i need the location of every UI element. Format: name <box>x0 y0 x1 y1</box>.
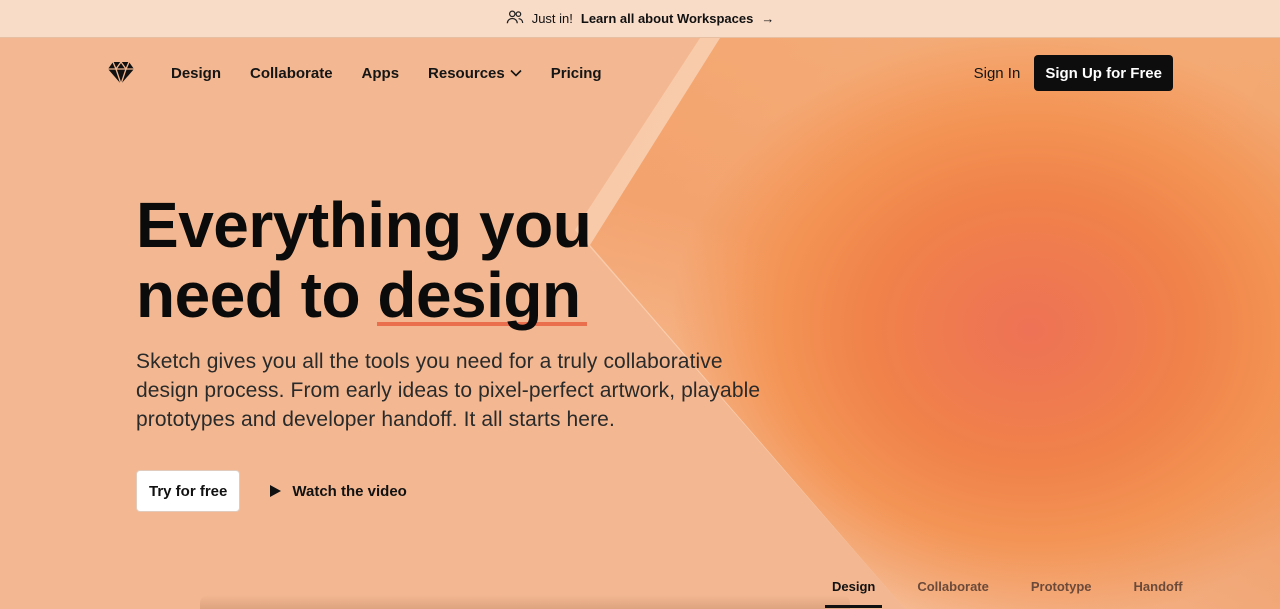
banner-link[interactable]: Learn all about Workspaces <box>581 11 753 26</box>
try-for-free-button[interactable]: Try for free <box>136 470 241 512</box>
watch-video-label: Watch the video <box>292 482 407 500</box>
tab-design[interactable]: Design <box>825 569 883 609</box>
tab-collaborate[interactable]: Collaborate <box>910 569 996 609</box>
headline-highlight: design <box>377 259 587 331</box>
watch-video-button[interactable]: Watch the video <box>268 482 407 500</box>
arrow-right-icon: → <box>761 11 775 26</box>
play-icon <box>270 485 282 497</box>
chevron-down-icon <box>510 69 522 77</box>
tab-prototype[interactable]: Prototype <box>1024 569 1099 609</box>
feature-tabs: Design Collaborate Prototype Handoff <box>825 569 1190 609</box>
tab-handoff[interactable]: Handoff <box>1127 569 1190 609</box>
sign-in-link[interactable]: Sign In <box>974 65 1021 82</box>
announcement-banner[interactable]: Just in! Learn all about Workspaces → <box>0 0 1280 38</box>
sketch-logo-icon[interactable] <box>107 60 135 87</box>
nav-link-apps[interactable]: Apps <box>362 65 400 82</box>
banner-prefix: Just in! <box>531 11 573 26</box>
preview-window-edge <box>200 595 850 609</box>
nav-link-design[interactable]: Design <box>171 65 221 82</box>
nav-links: Design Collaborate Apps Resources Pricin… <box>171 65 602 82</box>
sign-up-button[interactable]: Sign Up for Free <box>1034 55 1173 91</box>
hero-ctas: Try for free Watch the video <box>136 470 776 512</box>
nav-link-resources[interactable]: Resources <box>428 65 522 82</box>
people-icon <box>506 8 524 29</box>
hero-subtitle: Sketch gives you all the tools you need … <box>136 350 761 431</box>
top-nav: Design Collaborate Apps Resources Pricin… <box>107 55 1173 91</box>
headline-line-1: Everything you <box>136 189 592 261</box>
headline-line-2-start: need to <box>136 259 378 331</box>
nav-link-pricing[interactable]: Pricing <box>551 65 602 82</box>
nav-link-resources-label: Resources <box>428 64 505 82</box>
nav-actions: Sign In Sign Up for Free <box>974 55 1173 91</box>
hero-headline: Everything you need to design <box>136 190 776 330</box>
nav-link-collaborate[interactable]: Collaborate <box>250 65 333 82</box>
hero-section: Everything you need to design Sketch giv… <box>136 190 776 512</box>
